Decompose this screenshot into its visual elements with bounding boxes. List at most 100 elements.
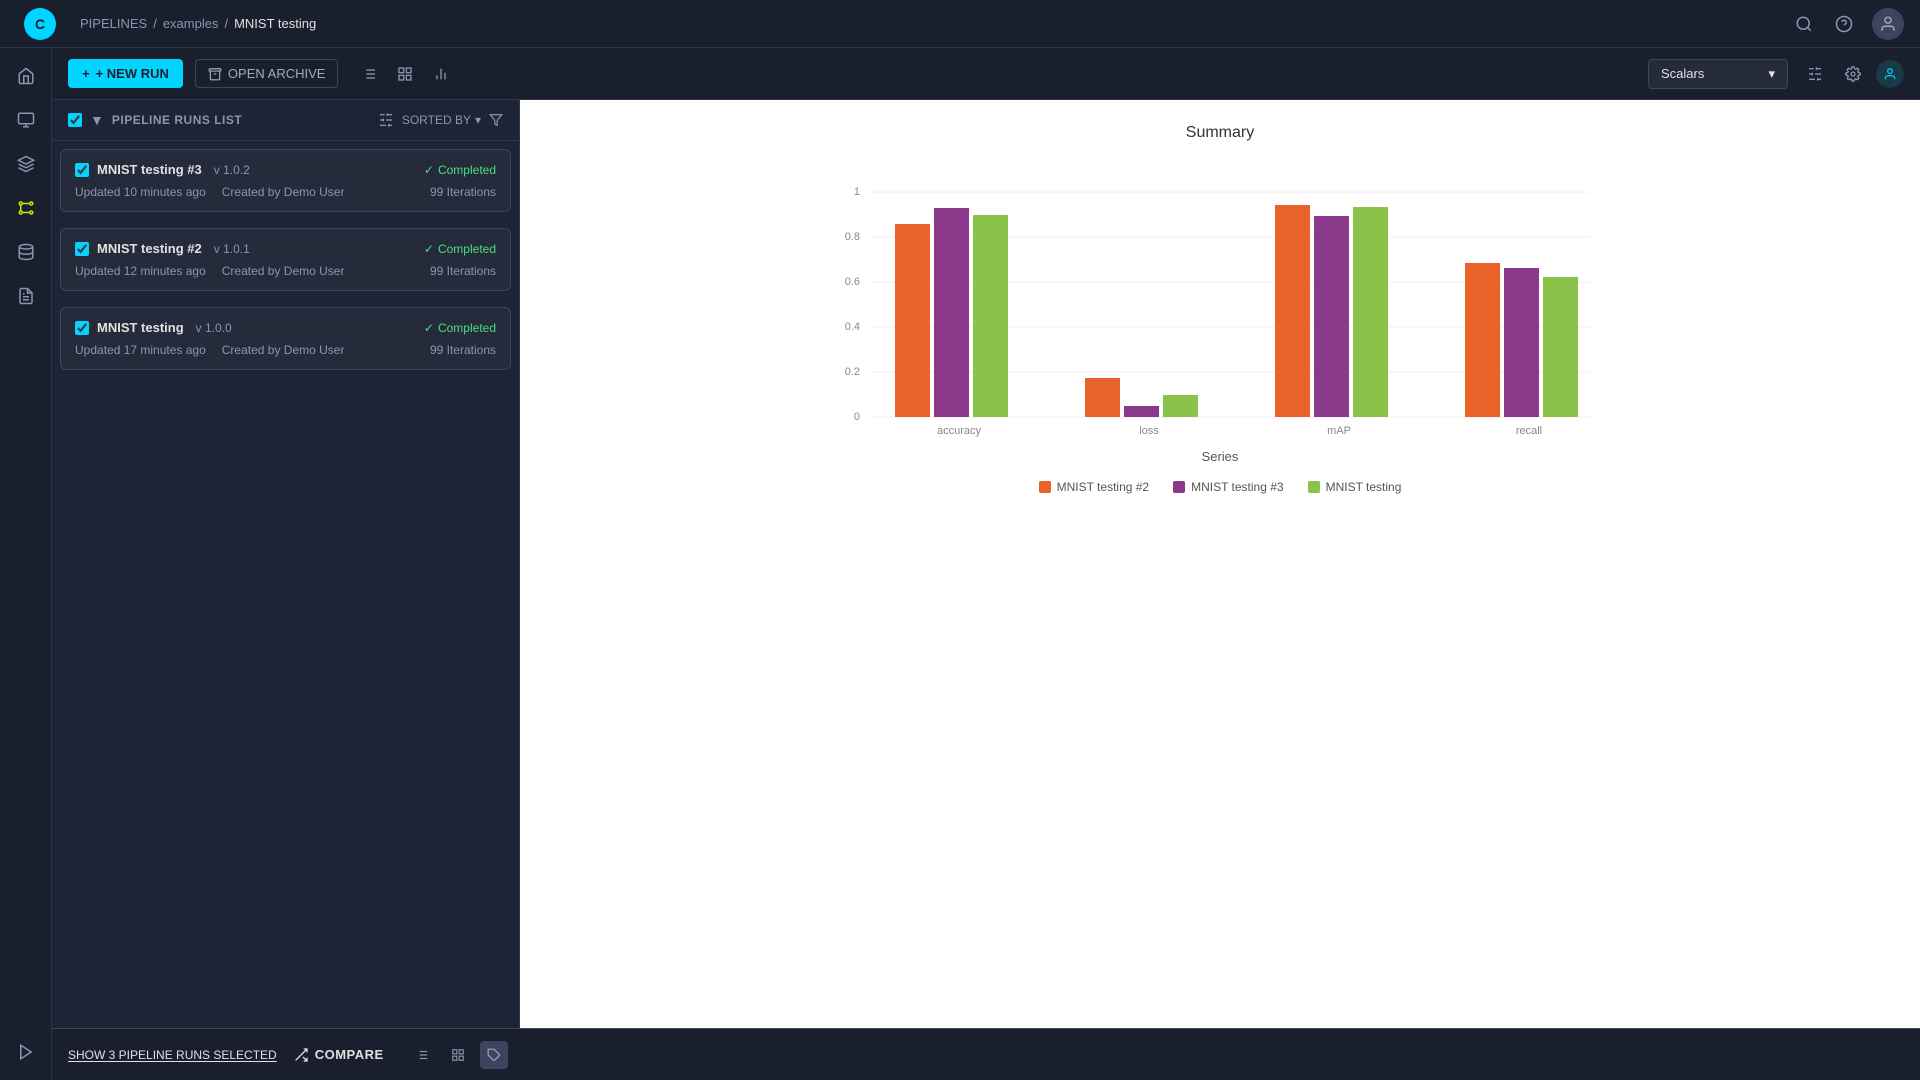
- breadcrumb-sep2: /: [224, 16, 228, 31]
- main-layout: + + NEW RUN OPEN ARCHIVE Scalar: [0, 48, 1920, 1080]
- filter-icon[interactable]: [489, 113, 503, 127]
- bottom-tag-icon[interactable]: [480, 1041, 508, 1069]
- legend-item-2: MNIST testing #2: [1039, 480, 1149, 494]
- nav-experiments[interactable]: [6, 100, 46, 140]
- nav-models[interactable]: [6, 144, 46, 184]
- nav-reports[interactable]: [6, 276, 46, 316]
- help-icon[interactable]: [1832, 12, 1856, 36]
- app-logo[interactable]: C: [24, 8, 56, 40]
- run-2-meta: Updated 12 minutes ago Created by Demo U…: [75, 264, 496, 278]
- legend-label-3: MNIST testing #3: [1191, 480, 1283, 494]
- legend-item-1: MNIST testing: [1308, 480, 1402, 494]
- run-item[interactable]: MNIST testing v 1.0.0 ✓ Completed Update…: [60, 307, 511, 370]
- run-1-version: v 1.0.0: [196, 321, 232, 335]
- breadcrumb-sep1: /: [153, 16, 157, 31]
- split-pane: ▼ PIPELINE RUNS LIST SORTED BY ▾ MNIST t…: [52, 100, 1920, 1028]
- run-2-version: v 1.0.1: [214, 242, 250, 256]
- svg-text:0: 0: [854, 411, 860, 423]
- columns-settings-icon[interactable]: [1800, 59, 1830, 89]
- legend-label-2: MNIST testing #2: [1057, 480, 1149, 494]
- run-1-checkbox[interactable]: [75, 321, 89, 335]
- compare-button[interactable]: COMPARE: [293, 1047, 384, 1063]
- list-view-icon[interactable]: [354, 59, 384, 89]
- run-3-meta: Updated 10 minutes ago Created by Demo U…: [75, 185, 496, 199]
- run-1-iterations: 99 Iterations: [430, 343, 496, 357]
- run-2-iterations: 99 Iterations: [430, 264, 496, 278]
- run-1-status-label: Completed: [438, 321, 496, 335]
- bottom-grid-view-icon[interactable]: [444, 1041, 472, 1069]
- new-run-button[interactable]: + + NEW RUN: [68, 59, 183, 88]
- legend-label-1: MNIST testing: [1326, 480, 1402, 494]
- scalars-label: Scalars: [1661, 66, 1704, 81]
- run-item[interactable]: MNIST testing #3 v 1.0.2 ✓ Completed Upd…: [60, 149, 511, 212]
- svg-text:mAP: mAP: [1327, 425, 1351, 437]
- chart-series-label: Series MNIST testing #2 MNIST testing #3: [830, 449, 1610, 494]
- svg-text:loss: loss: [1139, 425, 1159, 437]
- runs-panel-header: ▼ PIPELINE RUNS LIST SORTED BY ▾: [52, 100, 519, 141]
- plus-icon: +: [82, 66, 90, 81]
- legend-dot-1: [1308, 481, 1320, 493]
- run-1-updated: Updated 17 minutes ago: [75, 343, 206, 357]
- grid-view-icon[interactable]: [390, 59, 420, 89]
- show-selected-link[interactable]: SHOW 3 PIPELINE RUNS SELECTED: [68, 1048, 277, 1062]
- nav-datasets[interactable]: [6, 232, 46, 272]
- completed-check-icon-3: ✓: [424, 321, 434, 335]
- panel-title: PIPELINE RUNS LIST: [112, 113, 370, 127]
- search-icon[interactable]: [1792, 12, 1816, 36]
- breadcrumb-pipelines[interactable]: PIPELINES: [80, 16, 147, 31]
- compare-icon: [293, 1047, 309, 1063]
- breadcrumb-current: MNIST testing: [234, 16, 316, 31]
- legend-dot-3: [1173, 481, 1185, 493]
- run-3-version: v 1.0.2: [214, 163, 250, 177]
- runs-panel: ▼ PIPELINE RUNS LIST SORTED BY ▾ MNIST t…: [52, 100, 520, 1028]
- svg-text:accuracy: accuracy: [937, 425, 982, 437]
- run-item[interactable]: MNIST testing #2 v 1.0.1 ✓ Completed Upd…: [60, 228, 511, 291]
- compare-label: COMPARE: [315, 1047, 384, 1062]
- breadcrumb-examples[interactable]: examples: [163, 16, 219, 31]
- chart-title: Summary: [1186, 124, 1254, 142]
- bar-chart: 0 0.2 0.4 0.6 0.8 1: [830, 162, 1610, 442]
- new-run-label: + NEW RUN: [96, 66, 169, 81]
- toolbar-right-icons: [1800, 59, 1904, 89]
- run-2-updated: Updated 12 minutes ago: [75, 264, 206, 278]
- run-2-status-label: Completed: [438, 242, 496, 256]
- nav-home[interactable]: [6, 56, 46, 96]
- expand-icon[interactable]: ▼: [90, 112, 104, 128]
- select-all-checkbox[interactable]: [68, 113, 82, 127]
- run-3-name: MNIST testing #3: [97, 162, 202, 177]
- toolbar-view-icons: [354, 59, 456, 89]
- sorted-by-button[interactable]: SORTED BY ▾: [402, 113, 481, 127]
- bottom-list-view-icon[interactable]: [408, 1041, 436, 1069]
- run-3-status: ✓ Completed: [424, 163, 496, 177]
- run-3-created-by: Created by Demo User: [222, 185, 345, 199]
- chart-view-icon[interactable]: [426, 59, 456, 89]
- svg-text:recall: recall: [1516, 425, 1542, 437]
- run-3-status-label: Completed: [438, 163, 496, 177]
- panel-settings-icon[interactable]: [378, 112, 394, 128]
- svg-text:0.4: 0.4: [845, 321, 860, 333]
- run-2-status: ✓ Completed: [424, 242, 496, 256]
- run-1-status: ✓ Completed: [424, 321, 496, 335]
- run-3-updated: Updated 10 minutes ago: [75, 185, 206, 199]
- run-item-header: MNIST testing v 1.0.0 ✓ Completed: [75, 320, 496, 335]
- sorted-by-label: SORTED BY: [402, 113, 471, 127]
- nav-deploy[interactable]: [6, 1032, 46, 1072]
- settings-icon[interactable]: [1838, 59, 1868, 89]
- left-nav: [0, 48, 52, 1080]
- run-2-name: MNIST testing #2: [97, 241, 202, 256]
- nav-pipelines[interactable]: [6, 188, 46, 228]
- toolbar: + + NEW RUN OPEN ARCHIVE Scalar: [52, 48, 1920, 100]
- series-section-label: Series: [830, 449, 1610, 464]
- user-avatar[interactable]: [1872, 8, 1904, 40]
- archive-icon: [208, 67, 222, 81]
- scalars-dropdown[interactable]: Scalars ▾: [1648, 59, 1788, 89]
- run-2-checkbox[interactable]: [75, 242, 89, 256]
- run-1-created-by: Created by Demo User: [222, 343, 345, 357]
- top-header: C PIPELINES / examples / MNIST testing: [0, 0, 1920, 48]
- user-menu-icon[interactable]: [1876, 60, 1904, 88]
- run-3-iterations: 99 Iterations: [430, 185, 496, 199]
- bottom-bar: SHOW 3 PIPELINE RUNS SELECTED COMPARE: [52, 1028, 1920, 1080]
- legend-item-3: MNIST testing #3: [1173, 480, 1283, 494]
- open-archive-button[interactable]: OPEN ARCHIVE: [195, 59, 339, 88]
- run-3-checkbox[interactable]: [75, 163, 89, 177]
